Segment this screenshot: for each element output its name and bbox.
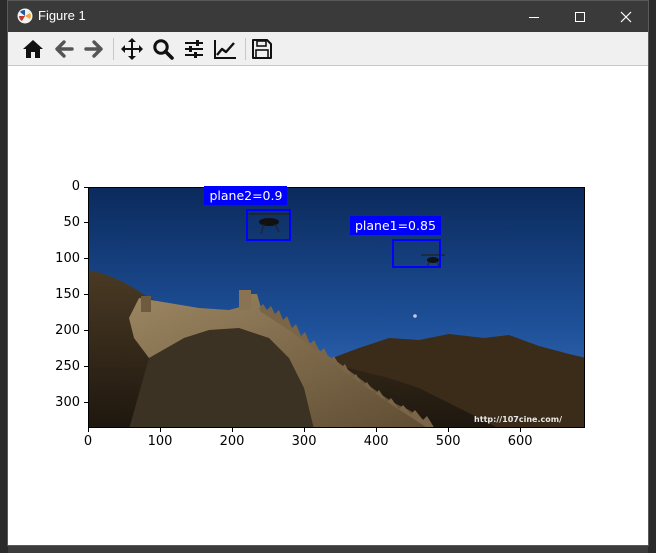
y-tick-label: 250	[55, 358, 80, 374]
close-button[interactable]	[603, 1, 649, 32]
home-button[interactable]	[20, 36, 46, 62]
x-tick-mark	[375, 428, 377, 432]
background-editor-right	[648, 0, 656, 553]
x-tick-label: 500	[435, 434, 461, 449]
x-tick-label: 200	[219, 434, 245, 449]
x-tick-label: 0	[83, 434, 93, 449]
x-tick-label: 400	[363, 434, 389, 449]
y-tick-label: 100	[55, 250, 80, 266]
arrow-right-icon	[84, 40, 103, 58]
zoom-button[interactable]	[150, 36, 176, 62]
y-tick-label: 200	[55, 322, 80, 338]
x-tick-label: 300	[291, 434, 317, 449]
back-button[interactable]	[51, 36, 77, 62]
magnifier-icon	[153, 39, 174, 60]
detection-box	[246, 208, 292, 241]
move-icon	[121, 38, 143, 60]
line-chart-icon	[214, 40, 236, 59]
detection-label: plane1=0.85	[349, 215, 441, 235]
maximize-icon	[575, 11, 585, 22]
forward-button[interactable]	[81, 36, 107, 62]
x-tick-mark	[87, 428, 89, 432]
navigation-toolbar	[8, 32, 648, 66]
configure-subplots-button[interactable]	[181, 36, 207, 62]
y-tick-mark	[84, 186, 88, 188]
save-button[interactable]	[249, 36, 275, 62]
x-tick-mark	[231, 428, 233, 432]
x-tick-mark	[159, 428, 161, 432]
y-tick-label: 50	[63, 214, 80, 230]
arrow-left-icon	[55, 40, 74, 58]
y-tick-mark	[84, 366, 88, 368]
detection-label: plane2=0.9	[204, 185, 288, 205]
matplotlib-logo-icon	[17, 8, 33, 24]
y-tick-mark	[84, 402, 88, 404]
x-tick-label: 600	[507, 434, 533, 449]
y-tick-mark	[84, 222, 88, 224]
pan-button[interactable]	[119, 36, 145, 62]
figure-window: Figure 1 http://107cine.com/ 0 50 100 15…	[7, 0, 649, 546]
y-tick-label: 0	[71, 179, 80, 194]
x-tick-label: 100	[147, 434, 173, 449]
floppy-disk-icon	[252, 39, 272, 59]
image-axes[interactable]: http://107cine.com/	[88, 187, 585, 428]
y-tick-mark	[84, 258, 88, 260]
x-tick-mark	[447, 428, 449, 432]
minimize-icon	[529, 16, 539, 18]
maximize-button[interactable]	[557, 1, 603, 32]
y-tick-mark	[84, 330, 88, 332]
title-bar[interactable]: Figure 1	[8, 1, 648, 32]
x-tick-mark	[303, 428, 305, 432]
detection-box	[391, 238, 441, 268]
y-tick-mark	[84, 294, 88, 296]
close-icon	[620, 11, 632, 22]
photo-watermark: http://107cine.com/	[474, 415, 562, 424]
y-tick-label: 300	[55, 394, 80, 410]
y-tick-label: 150	[55, 286, 80, 302]
figure-canvas[interactable]: http://107cine.com/ 0 50 100 150 200 250 300 0 1…	[8, 66, 648, 545]
toolbar-separator	[113, 38, 114, 60]
photo-great-wall	[89, 188, 584, 427]
minimize-button[interactable]	[511, 1, 557, 32]
sliders-icon	[185, 40, 203, 58]
edit-axis-button[interactable]	[212, 36, 238, 62]
toolbar-separator	[245, 38, 246, 60]
x-tick-mark	[519, 428, 521, 432]
home-icon	[23, 40, 43, 58]
window-title: Figure 1	[38, 8, 86, 23]
